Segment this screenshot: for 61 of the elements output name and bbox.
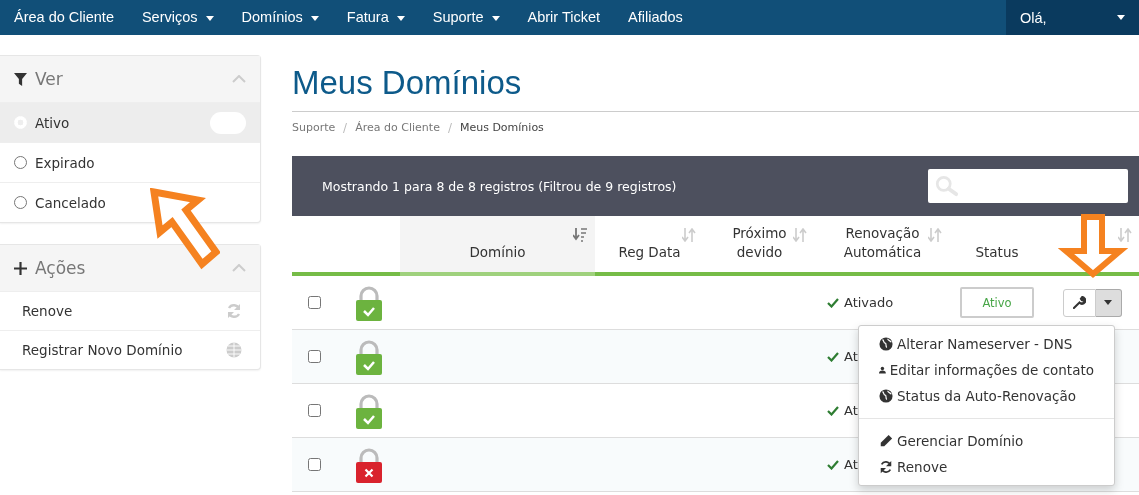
column-header[interactable]: Domínio	[400, 216, 595, 276]
plus-icon	[14, 261, 27, 275]
menu-item[interactable]: Alterar Nameserver - DNS	[897, 333, 1073, 355]
nav-link[interactable]: Abrir Ticket	[527, 0, 601, 35]
check-icon	[827, 297, 839, 308]
nav-link[interactable]: Fatura	[346, 0, 405, 35]
column-header[interactable]: Renovação Automática	[815, 216, 950, 276]
filter-icon	[14, 72, 27, 86]
collapse-icon[interactable]	[232, 75, 246, 83]
sort-icon[interactable]	[928, 228, 942, 242]
page-title: Meus Domínios	[292, 63, 523, 103]
refresh-icon	[879, 460, 893, 474]
breadcrumb-link[interactable]: Suporte	[292, 121, 336, 134]
row-checkbox[interactable]	[308, 404, 321, 417]
wrench-button[interactable]	[1062, 288, 1096, 317]
action-link[interactable]: Registrar Novo Domínio	[22, 342, 183, 358]
check-icon	[827, 351, 839, 362]
nav-link[interactable]: Afiliados	[628, 0, 683, 35]
search-icon	[934, 175, 960, 197]
auto-renew-status: Ativado	[844, 295, 894, 310]
breadcrumb-link[interactable]: Meus Domínios	[459, 121, 544, 134]
action-link[interactable]: Renove	[22, 303, 73, 319]
column-header[interactable]: Reg Data	[595, 216, 704, 276]
row-checkbox[interactable]	[308, 350, 321, 363]
column-header: Status	[950, 216, 1044, 276]
pointer-arrow	[1058, 214, 1128, 278]
globe-icon	[226, 342, 242, 358]
menu-item[interactable]: Editar informações de contato	[889, 359, 1094, 381]
column-header[interactable]: Próximo devido	[704, 216, 815, 276]
nav-link[interactable]: Área do Cliente	[14, 0, 114, 35]
refresh-icon	[226, 303, 242, 319]
panel-title: Ações	[35, 258, 87, 278]
menu-item[interactable]: Renove	[897, 456, 948, 478]
check-icon	[827, 405, 839, 416]
collapse-icon[interactable]	[232, 264, 246, 272]
breadcrumb-separator	[343, 123, 348, 133]
user-menu[interactable]: Olá,	[1006, 0, 1139, 35]
panel-title: Ver	[35, 69, 64, 89]
sort-icon[interactable]	[1118, 228, 1132, 242]
globe-icon	[879, 337, 893, 351]
sort-icon[interactable]	[682, 228, 696, 242]
pencil-icon	[879, 434, 893, 448]
record-summary: Mostrando 1 para 8 de 8 registros (Filtrou de 9 registros)	[322, 178, 677, 194]
sort-descending-icon[interactable]	[573, 228, 587, 242]
search-field[interactable]	[928, 169, 1128, 203]
nav-link[interactable]: Domínios	[241, 0, 319, 35]
sort-icon[interactable]	[793, 228, 807, 242]
wrench-icon	[1072, 296, 1086, 309]
breadcrumb-separator	[447, 123, 452, 133]
filter-item[interactable]: Ativo	[0, 102, 260, 142]
globe-icon	[879, 389, 893, 403]
menu-item[interactable]: Status da Auto-Renovação	[897, 385, 1077, 407]
row-checkbox[interactable]	[308, 296, 321, 309]
nav-link[interactable]: Suporte	[432, 0, 500, 35]
dropdown-toggle[interactable]	[1095, 288, 1122, 317]
row-checkbox[interactable]	[308, 458, 321, 471]
filter-item[interactable]: Expirado	[0, 142, 260, 182]
menu-item[interactable]: Gerenciar Domínio	[897, 430, 1024, 452]
breadcrumb-link[interactable]: Área do Cliente	[355, 121, 440, 134]
nav-link[interactable]: Serviços	[141, 0, 214, 35]
check-icon	[827, 459, 839, 470]
